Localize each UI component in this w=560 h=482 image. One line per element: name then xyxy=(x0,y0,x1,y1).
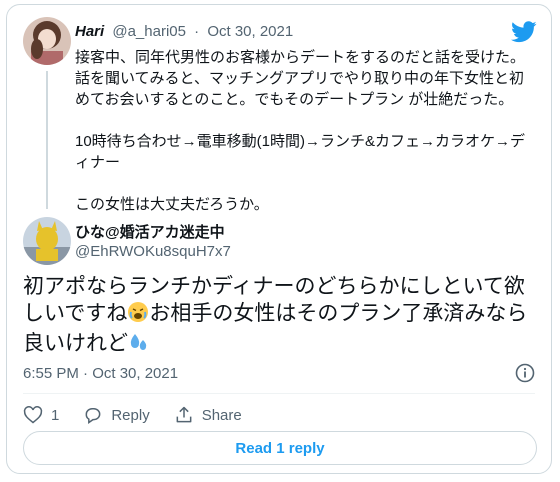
weary-face-emoji xyxy=(127,301,149,330)
share-button[interactable]: Share xyxy=(174,405,242,425)
reply-avatar[interactable] xyxy=(23,217,71,265)
like-button[interactable]: 1 xyxy=(23,405,59,425)
sweat-droplets-emoji xyxy=(128,331,150,360)
share-icon xyxy=(176,406,192,423)
parent-text-line: 10時待ち合わせ→電車移動(1時間)→ランチ&カフェ→カラオケ→ディナー xyxy=(75,133,526,171)
parent-handle[interactable]: @a_hari05 xyxy=(112,23,186,40)
read-replies-button[interactable]: Read 1 reply xyxy=(23,431,537,465)
like-count: 1 xyxy=(51,406,60,424)
heart-icon xyxy=(23,406,43,424)
reply-display-name[interactable]: ひな@婚活アカ迷走中 xyxy=(75,221,225,242)
parent-text-line: この女性は大丈夫だろうか。 xyxy=(75,196,269,213)
parent-header: Hari @a_hari05 · Oct 30, 2021 xyxy=(75,23,293,40)
reply-timestamp[interactable]: 6:55 PM · Oct 30, 2021 xyxy=(23,365,178,382)
parent-date[interactable]: Oct 30, 2021 xyxy=(207,23,293,40)
reply-tweet-text: 初アポならランチかディナーのどちらかにしといて欲しいですね お相手の女性はそのプラ… xyxy=(23,273,543,360)
reply-button[interactable]: Reply xyxy=(83,405,150,425)
action-bar: 1 Reply Share xyxy=(23,401,266,429)
reply-bubble-icon xyxy=(85,408,101,424)
parent-avatar[interactable] xyxy=(23,17,71,65)
share-label: Share xyxy=(201,406,242,424)
tweet-embed-card: Hari @a_hari05 · Oct 30, 2021 接客中、同年代男性の… xyxy=(6,4,552,474)
parent-text-line: 話を聞いてみると、マッチングアプリでやり取り中の年下女性と初めてお会いするとのこ… xyxy=(75,70,524,108)
parent-display-name[interactable]: Hari xyxy=(75,23,104,40)
divider xyxy=(23,393,535,394)
parent-tweet-text: 接客中、同年代男性のお客様からデートをするのだと話を受けた。 話を聞いてみると、… xyxy=(75,47,537,215)
twitter-bird-icon[interactable] xyxy=(511,21,537,43)
parent-text-line: 接客中、同年代男性のお客様からデートをするのだと話を受けた。 xyxy=(75,49,526,66)
reply-handle[interactable]: @EhRWOKu8squH7x7 xyxy=(75,243,231,260)
info-icon[interactable] xyxy=(515,363,535,383)
thread-line xyxy=(46,71,48,209)
reply-label: Reply xyxy=(111,406,150,424)
parent-separator: · xyxy=(194,23,200,40)
